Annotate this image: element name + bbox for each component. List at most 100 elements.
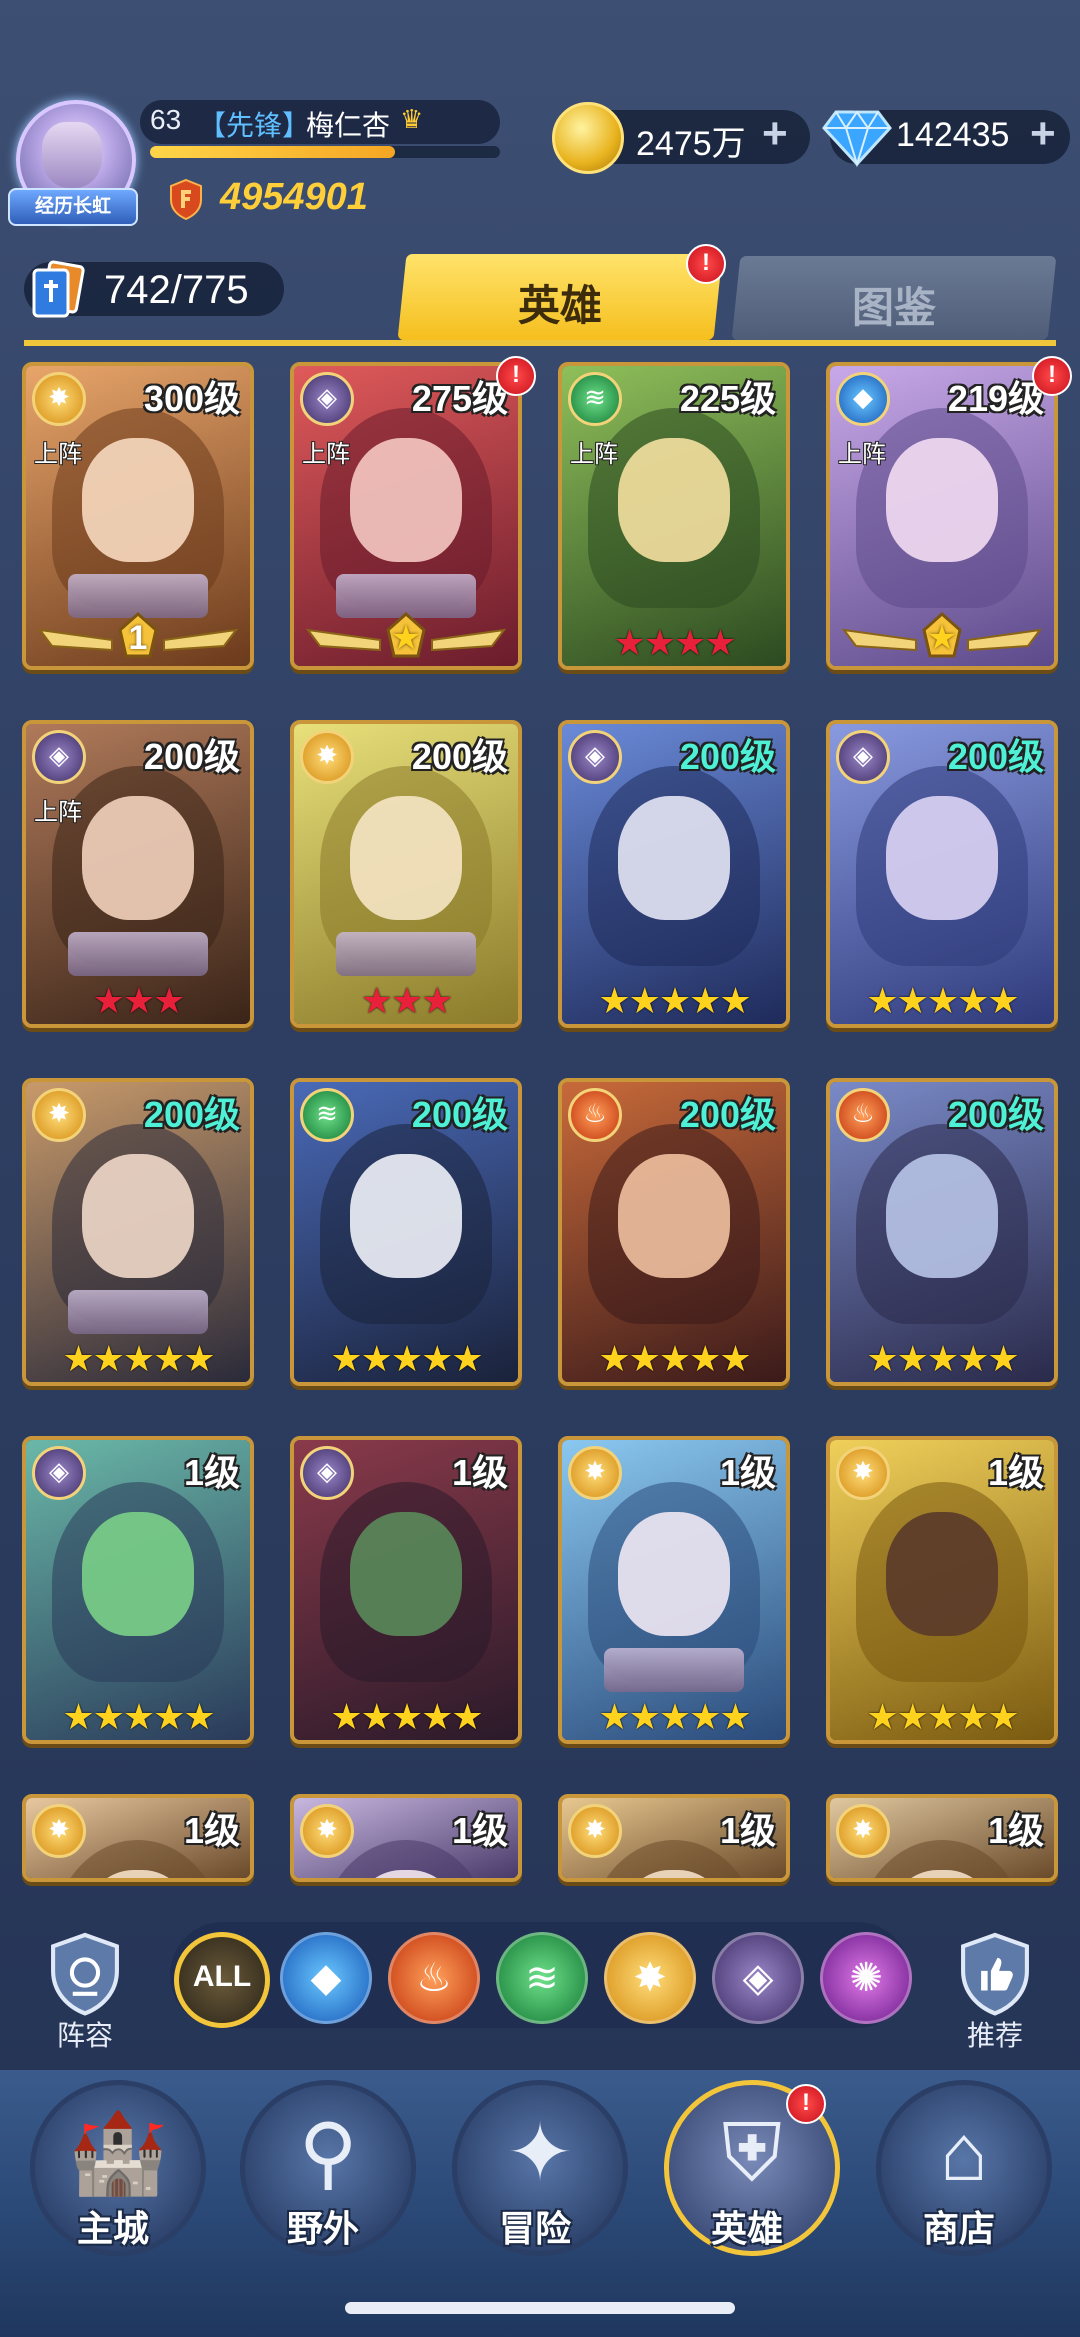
rank-medal-value: ★ [390,619,422,657]
hero-portrait-face [350,1154,462,1278]
dark-element-icon: ◈ [836,730,890,784]
hero-level: 300级 [143,378,240,419]
hero-portrait-face [618,1154,730,1278]
hero-card[interactable]: ✸ 200级 ★★★ [290,720,522,1028]
hero-card[interactable]: ◈ 1级 ★★★★★ [22,1436,254,1744]
add-gold-button[interactable]: + [762,112,788,156]
player-guild-tag: 【先锋】 [198,110,311,141]
hero-portrait-face [886,438,998,562]
hero-portrait-face [350,438,462,562]
hero-level: 1级 [987,1452,1044,1493]
hero-alert-badge: ! [1032,356,1072,396]
rank-medal-value: ★ [926,619,958,657]
hero-level: 1级 [183,1452,240,1493]
gem-amount: 142435 [896,116,1010,154]
hero-card[interactable]: ✸ 1级 [826,1794,1058,1882]
hero-portrait-face [886,1154,998,1278]
hero-star-rating: ★★★★★ [598,1696,751,1737]
avatar-portrait [42,122,102,188]
light-element-icon: ✸ [568,1804,622,1858]
hero-card[interactable]: ✸ 1级 ★★★★★ [558,1436,790,1744]
hero-level: 1级 [719,1452,776,1493]
dark-element-icon: ◈ [568,730,622,784]
hero-card[interactable]: ✸ 1级 [558,1794,790,1882]
hero-star-rating: ★★★★★ [330,1696,483,1737]
wind-element-icon: ≋ [300,1088,354,1142]
water-element-icon: ◆ [836,372,890,426]
hero-level: 225级 [679,378,776,419]
hero-card[interactable]: ◈ 200级上阵 ★★★ [22,720,254,1028]
filter-wind-button[interactable]: ≋ [496,1932,588,2024]
hero-star-rating: ★★★★★ [866,1338,1019,1379]
dark-element-icon: ◈ [32,1446,86,1500]
filter-dark-button[interactable]: ◈ [712,1932,804,2024]
hero-card[interactable]: ✸ 1级 [290,1794,522,1882]
hero-count: 742/775 [104,268,249,312]
deployed-tag: 上阵 [34,441,82,468]
filter-fire-button[interactable]: ♨ [388,1932,480,2024]
hero-level: 200级 [679,1094,776,1135]
hero-level: 200级 [947,1094,1044,1135]
hero-card[interactable]: ◆ 219级 上阵 ★ [826,362,1058,670]
hero-star-rating: ★★★ [360,980,454,1021]
filter-water-button[interactable]: ◆ [280,1932,372,2024]
filter-all-button[interactable]: ALL [174,1932,270,2028]
hero-class-emblem [336,932,476,976]
nav-heroes-alert-badge: ! [786,2084,826,2124]
hero-card[interactable]: ♨ 200级 ★★★★★ [558,1078,790,1386]
hero-level: 1级 [451,1452,508,1493]
light-element-icon: ✸ [32,372,86,426]
lineup-button[interactable]: 阵容 [30,1930,140,2051]
hero-level: 200级 [679,736,776,777]
filter-chaos-button[interactable]: ✺ [820,1932,912,2024]
hero-card[interactable]: ≋ 225级 上阵 ★★★★ [558,362,790,670]
player-level: 63 [150,104,182,135]
hero-card[interactable]: ✸ 1级 ★★★★★ [826,1436,1058,1744]
hero-card[interactable]: ◈ 200级 ★★★★★ [558,720,790,1028]
hero-card[interactable]: ✸ 1级 [22,1794,254,1882]
player-avatar[interactable]: 经历长虹 [4,92,144,232]
hero-card[interactable]: ◈ 200级 ★★★★★ [826,720,1058,1028]
hero-card[interactable]: ♨ 200级 ★★★★★ [826,1078,1058,1386]
hero-card[interactable]: ✸ 200级 ★★★★★ [22,1078,254,1386]
hero-level: 219级 [947,378,1044,419]
dark-element-icon: ◈ [300,1446,354,1500]
deployed-tag: 上阵 [302,441,350,468]
hero-star-rating: ★★★ [92,980,186,1021]
hero-level: 1级 [451,1810,508,1851]
hero-star-rating: ★★★★★ [598,1338,751,1379]
crown-icon: ♛ [400,104,424,134]
dark-element-icon: ◈ [32,730,86,784]
hero-star-rating: ★★★★★ [598,980,751,1021]
light-element-icon: ✸ [300,730,354,784]
hero-card[interactable]: ✸ 300级 上阵 1 [22,362,254,670]
sword-icon: ✦ [506,2108,574,2197]
hero-class-emblem [68,932,208,976]
hero-level: 200级 [143,736,240,777]
light-element-icon: ✸ [568,1446,622,1500]
hero-level: 200级 [143,1094,240,1135]
hero-star-rating: ★★★★ [613,622,736,663]
hero-card[interactable]: ≋ 200级 ★★★★★ [290,1078,522,1386]
light-element-icon: ✸ [836,1804,890,1858]
light-element-icon: ✸ [32,1804,86,1858]
recommend-button[interactable]: 推荐 [940,1930,1050,2051]
portal-icon: ⚲ [298,2108,358,2197]
filter-light-button[interactable]: ✸ [604,1932,696,2024]
hero-card[interactable]: ◈ 275级 上阵 ★ [290,362,522,670]
nav-heroes-label: 英雄 [710,2208,783,2249]
hero-cards-icon [32,260,85,318]
deployed-tag: 上阵 [34,799,82,826]
hero-card[interactable]: ◈ 1级 ★★★★★ [290,1436,522,1744]
hero-level: 200级 [947,736,1044,777]
nav-shop-label: 商店 [922,2208,995,2249]
home-indicator[interactable] [345,2302,735,2314]
combat-power-icon [170,178,202,220]
experience-bar [150,146,500,158]
hero-star-rating: ★★★★★ [62,1696,215,1737]
hero-star-rating: ★★★★★ [866,1696,1019,1737]
hero-portrait-face [618,438,730,562]
tab-heroes-alert-badge: ! [686,244,726,284]
lineup-label: 阵容 [56,2020,113,2051]
add-gems-button[interactable]: + [1030,112,1056,156]
